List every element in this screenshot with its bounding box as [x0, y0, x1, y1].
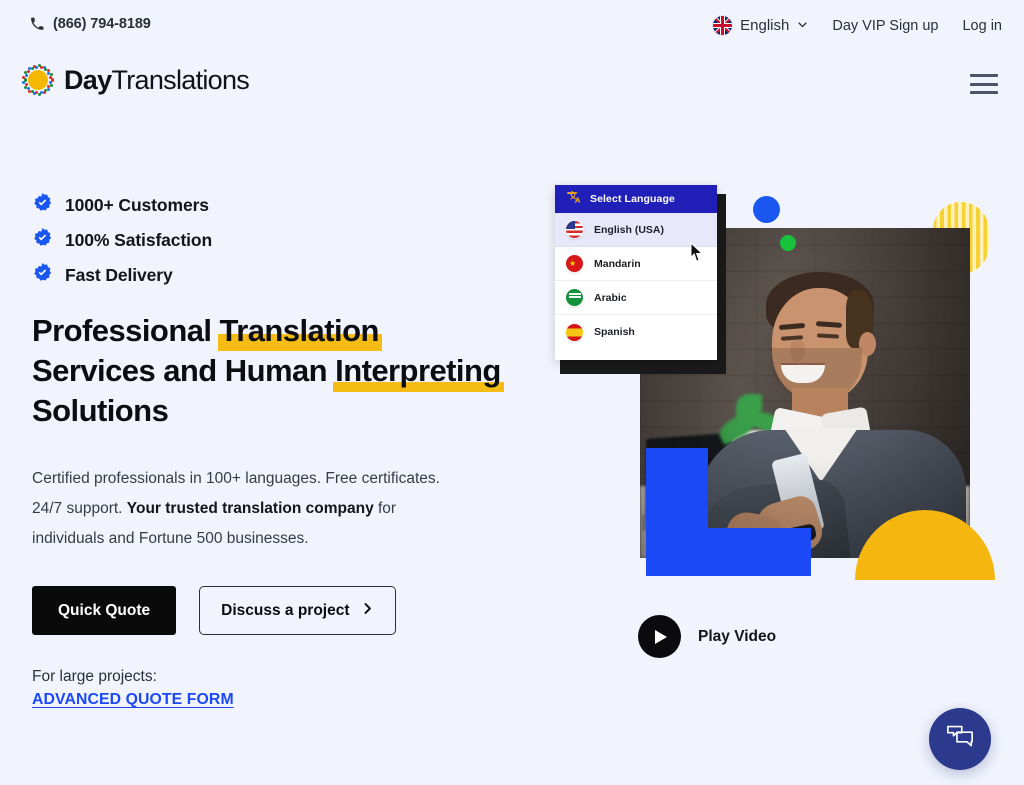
chat-widget-button[interactable] — [929, 708, 991, 770]
hero-cta-group: Quick Quote Discuss a project — [32, 586, 502, 635]
spain-flag-icon — [566, 323, 583, 341]
decor-blue-l-foot — [646, 528, 811, 576]
phone-contact[interactable]: (866) 794-8189 — [30, 16, 151, 32]
play-video-button[interactable]: Play Video — [638, 615, 776, 658]
mouse-pointer-icon — [690, 241, 704, 262]
language-option-spanish[interactable]: Spanish — [555, 315, 717, 349]
lede-bold: Your trusted translation company — [126, 500, 374, 517]
language-selector[interactable]: English — [713, 16, 808, 35]
discuss-project-label: Discuss a project — [221, 601, 350, 619]
phone-number: (866) 794-8189 — [53, 16, 151, 32]
chevron-down-icon — [797, 17, 808, 35]
feature-item: 1000+ Customers — [32, 192, 502, 218]
discuss-project-button[interactable]: Discuss a project — [199, 586, 396, 635]
decor-blue-circle — [753, 196, 780, 223]
language-dropdown-header: Select Language — [555, 185, 717, 213]
uk-flag-icon — [713, 16, 733, 35]
feature-label: 1000+ Customers — [65, 194, 209, 215]
headline-highlight-translation: Translation — [217, 311, 383, 351]
chat-bubbles-icon — [945, 724, 975, 755]
feature-label: 100% Satisfaction — [65, 229, 213, 250]
feature-item: 100% Satisfaction — [32, 227, 502, 253]
vip-signup-link[interactable]: Day VIP Sign up — [832, 18, 938, 34]
feature-label: Fast Delivery — [65, 264, 173, 285]
hero-description: Certified professionals in 100+ language… — [32, 464, 452, 554]
day-translations-sun-icon — [20, 62, 56, 98]
quick-quote-button[interactable]: Quick Quote — [32, 586, 177, 635]
language-option-label: Spanish — [594, 326, 635, 338]
feature-item: Fast Delivery — [32, 262, 502, 288]
language-option-label: Mandarin — [594, 257, 641, 270]
hero-visual: Select Language English (USA) Mandarin A… — [550, 180, 1010, 600]
language-dropdown-title: Select Language — [590, 193, 675, 205]
play-video-label: Play Video — [698, 627, 777, 645]
headline-part-1: Professional — [32, 313, 220, 348]
china-flag-icon — [566, 255, 583, 272]
advanced-quote-form-link[interactable]: ADVANCED QUOTE FORM — [32, 691, 234, 709]
language-option-arabic[interactable]: Arabic — [555, 281, 717, 315]
top-utility-bar: (866) 794-8189 English Day VIP Sign up L… — [0, 0, 1024, 55]
landing-page: (866) 794-8189 English Day VIP Sign up L… — [0, 0, 1024, 785]
decor-green-dot — [780, 235, 796, 251]
hero-left-column: 1000+ Customers 100% Satisfaction Fast D… — [32, 192, 504, 709]
headline-part-2: Services and Human — [32, 353, 336, 388]
brand-name: DayTranslations — [64, 64, 250, 95]
verified-check-icon — [32, 262, 53, 288]
brand-logo[interactable]: DayTranslations — [20, 62, 250, 98]
brand-name-bold: Day — [64, 64, 112, 95]
saudi-arabia-flag-icon — [566, 289, 583, 306]
large-projects-block: For large projects: ADVANCED QUOTE FORM — [32, 668, 502, 709]
language-option-label: English (USA) — [594, 223, 664, 236]
translate-icon — [566, 190, 581, 208]
top-right-links: English Day VIP Sign up Log in — [713, 16, 1002, 35]
phone-icon — [30, 17, 44, 31]
page-title: Professional Translation Services and Hu… — [32, 311, 504, 431]
play-triangle-icon — [638, 615, 681, 658]
verified-check-icon — [32, 192, 53, 218]
language-label: English — [740, 17, 790, 34]
language-dropdown-card: Select Language English (USA) Mandarin A… — [555, 185, 717, 360]
language-option-label: Arabic — [594, 291, 627, 304]
login-link[interactable]: Log in — [962, 18, 1002, 34]
headline-part-3: Solutions — [32, 393, 169, 428]
hamburger-menu-icon[interactable] — [970, 74, 998, 94]
chevron-right-icon — [361, 602, 374, 620]
large-projects-label: For large projects: — [32, 668, 157, 685]
headline-highlight-interpreting: Interpreting — [333, 351, 504, 392]
verified-check-icon — [32, 227, 53, 253]
usa-flag-icon — [566, 221, 583, 238]
brand-name-light: Translations — [111, 64, 250, 95]
